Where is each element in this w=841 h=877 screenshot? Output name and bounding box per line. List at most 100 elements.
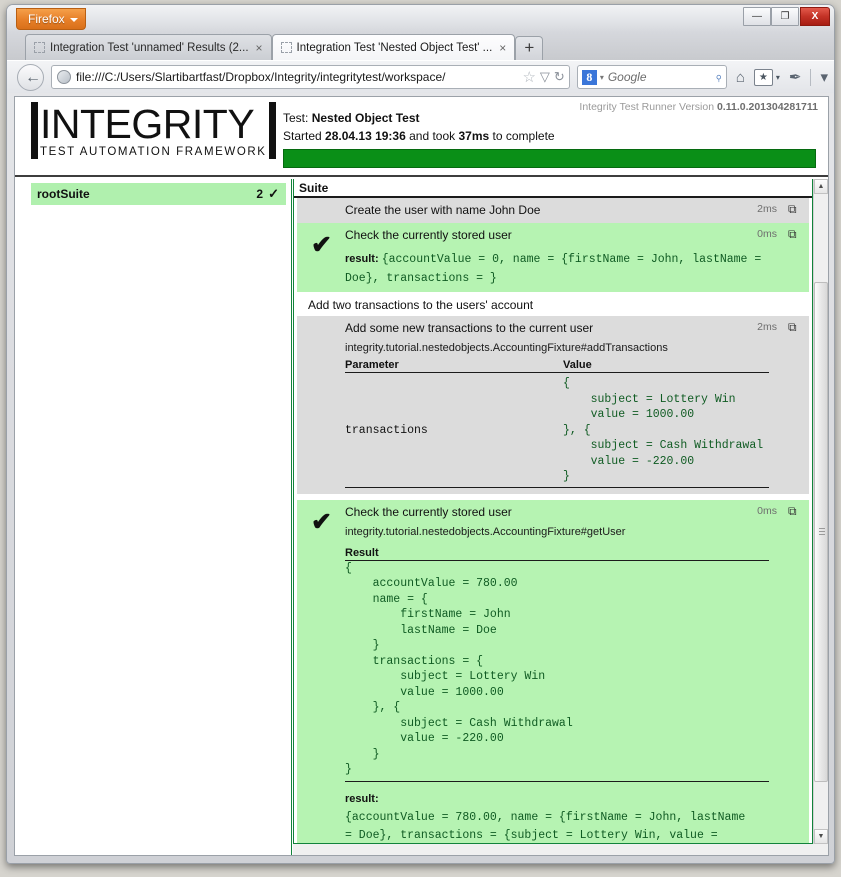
scrollbar-thumb[interactable]	[814, 282, 828, 782]
row-duration: 2ms	[757, 321, 777, 333]
started-value: 28.04.13 19:36	[325, 129, 406, 143]
close-button[interactable]: X	[800, 7, 830, 26]
parameter-value: { subject = Lottery Win value = 1000.00 …	[563, 377, 764, 483]
search-input[interactable]: Google	[608, 70, 715, 84]
parameter-table-footer	[345, 486, 769, 488]
new-tab-button[interactable]: +	[515, 36, 544, 60]
firefox-menu-label: Firefox	[28, 12, 65, 26]
test-started-line: Started 28.04.13 19:36 and took 37ms to …	[283, 129, 816, 143]
reload-icon[interactable]: ↻	[554, 69, 565, 85]
toolbar-divider	[810, 68, 812, 86]
test-info: Test: Nested Object Test Started 28.04.1…	[283, 111, 816, 168]
tab-unnamed-results[interactable]: Integration Test 'unnamed' Results (2...…	[25, 34, 272, 60]
chevron-down-icon[interactable]: ▾	[600, 73, 604, 82]
back-arrow-icon: ←	[25, 68, 41, 86]
row-title: Check the currently stored user	[345, 504, 512, 519]
tab-nested-object-test[interactable]: Integration Test 'Nested Object Test' ..…	[271, 34, 516, 60]
bookmark-star-icon[interactable]: ★	[753, 68, 773, 86]
scroll-down-button[interactable]: ▼	[814, 829, 828, 844]
tab-close-icon[interactable]: ×	[256, 41, 263, 55]
report-header: INTEGRITY TEST AUTOMATION FRAMEWORK Inte…	[15, 97, 828, 177]
logo-bar-left	[31, 102, 38, 159]
back-button[interactable]: ←	[17, 63, 44, 91]
suite-sidebar: rootSuite 2 ✓	[15, 179, 292, 855]
result-value: {accountValue = 0, name = {firstName = J…	[345, 253, 762, 285]
fixture-method: integrity.tutorial.nestedobjects.Account…	[345, 342, 668, 354]
row-title: Check the currently stored user	[345, 228, 512, 242]
table-row[interactable]: Add some new transactions to the current…	[297, 316, 809, 494]
logo-title: INTEGRITY	[40, 101, 255, 147]
logo-subtitle: TEST AUTOMATION FRAMEWORK	[40, 146, 267, 158]
results-inner: Suite Create the user with name John Doe…	[293, 179, 813, 844]
popup-icon[interactable]: ⧉	[788, 227, 801, 241]
feather-icon[interactable]: ✒	[789, 68, 802, 86]
result-value: {accountValue = 780.00, name = {firstNam…	[345, 810, 746, 843]
result-label: result:	[345, 253, 382, 265]
tab-strip: Integration Test 'unnamed' Results (2...…	[7, 33, 834, 60]
table-row[interactable]: Create the user with name John Doe 2ms ⧉	[297, 198, 809, 223]
started-label: Started	[283, 129, 326, 143]
result-rows: Create the user with name John Doe 2ms ⧉…	[294, 198, 812, 844]
checkmark-icon: ✔	[311, 231, 332, 259]
minimize-button[interactable]: —	[743, 7, 771, 26]
complete-label: to complete	[489, 129, 555, 143]
chevron-down-icon	[69, 18, 78, 22]
test-name-line: Test: Nested Object Test	[283, 111, 816, 125]
tab-label: Integration Test 'Nested Object Test' ..…	[296, 41, 493, 54]
popup-icon[interactable]: ⧉	[788, 202, 801, 216]
tab-favicon-icon	[280, 42, 292, 53]
tab-close-icon[interactable]: ×	[499, 41, 506, 55]
overflow-menu-button[interactable]: ▾	[820, 68, 828, 86]
popup-icon[interactable]: ⧉	[788, 320, 801, 334]
firefox-menu-button[interactable]: Firefox	[16, 8, 86, 30]
result-label: result:	[345, 792, 379, 805]
scrollbar-grip-icon	[819, 528, 825, 536]
search-box[interactable]: 8 ▾ Google ⌕	[576, 65, 727, 89]
results-panel: Suite Create the user with name John Doe…	[293, 179, 828, 855]
table-row[interactable]: ✔ Check the currently stored user 0ms ⧉ …	[297, 223, 809, 292]
chevron-down-icon[interactable]: ▾	[776, 73, 780, 82]
sidebar-item-rootsuite[interactable]: rootSuite 2 ✓	[31, 183, 286, 205]
row-result: result: {accountValue = 780.00, name = {…	[345, 789, 769, 844]
table-row[interactable]: ✔ Check the currently stored user 0ms ⧉ …	[297, 499, 809, 844]
checkmark-icon: ✔	[311, 507, 332, 536]
google-icon[interactable]: 8	[581, 69, 597, 85]
test-name: Nested Object Test	[311, 111, 420, 125]
suite-name: rootSuite	[37, 187, 90, 201]
bookmarks-button[interactable]: ★ ▾	[753, 68, 780, 86]
parameter-table: Parameter Value transactions { subject =…	[345, 359, 769, 488]
progress-bar	[283, 149, 816, 168]
row-title: Add some new transactions to the current…	[345, 321, 594, 335]
popup-icon[interactable]: ⧉	[788, 504, 801, 518]
globe-icon	[57, 70, 71, 84]
column-header-value: Value	[563, 359, 592, 371]
chevron-down-icon[interactable]: ▽	[540, 69, 550, 85]
took-label: and took	[405, 129, 459, 143]
row-title: Create the user with name John Doe	[345, 203, 541, 217]
result-block: { accountValue = 780.00 name = { firstNa…	[345, 561, 769, 782]
vertical-scrollbar[interactable]: ▲ ▼	[813, 179, 828, 844]
logo-bar-right	[268, 102, 276, 159]
horizontal-scroll-space	[293, 844, 828, 855]
suite-header: Suite	[294, 179, 812, 198]
suite-count: 2	[256, 187, 264, 201]
row-duration: 2ms	[757, 203, 777, 215]
checkmark-icon: ✓	[268, 186, 279, 201]
row-duration: 0ms	[757, 228, 777, 240]
page-viewport: INTEGRITY TEST AUTOMATION FRAMEWORK Inte…	[14, 96, 829, 856]
scroll-up-button[interactable]: ▲	[814, 179, 828, 194]
result-column-header: Result	[345, 547, 769, 561]
url-bar[interactable]: file:///C:/Users/Slartibartfast/Dropbox/…	[51, 65, 570, 89]
maximize-button[interactable]: ❐	[771, 7, 799, 26]
test-label: Test:	[283, 111, 312, 125]
parameter-table-row: transactions { subject = Lottery Win val…	[345, 373, 769, 485]
column-header-parameter: Parameter	[345, 359, 399, 371]
tab-label: Integration Test 'unnamed' Results (2...	[50, 41, 249, 54]
home-button[interactable]: ⌂	[736, 69, 745, 86]
row-result: result: {accountValue = 0, name = {first…	[345, 249, 769, 286]
navigation-toolbar: ← file:///C:/Users/Slartibartfast/Dropbo…	[7, 60, 834, 93]
integrity-logo: INTEGRITY TEST AUTOMATION FRAMEWORK	[31, 102, 276, 159]
section-description: Add two transactions to the users' accou…	[308, 298, 534, 312]
parameter-table-header: Parameter Value	[345, 359, 769, 373]
bookmark-star-icon[interactable]: ☆	[522, 68, 535, 86]
